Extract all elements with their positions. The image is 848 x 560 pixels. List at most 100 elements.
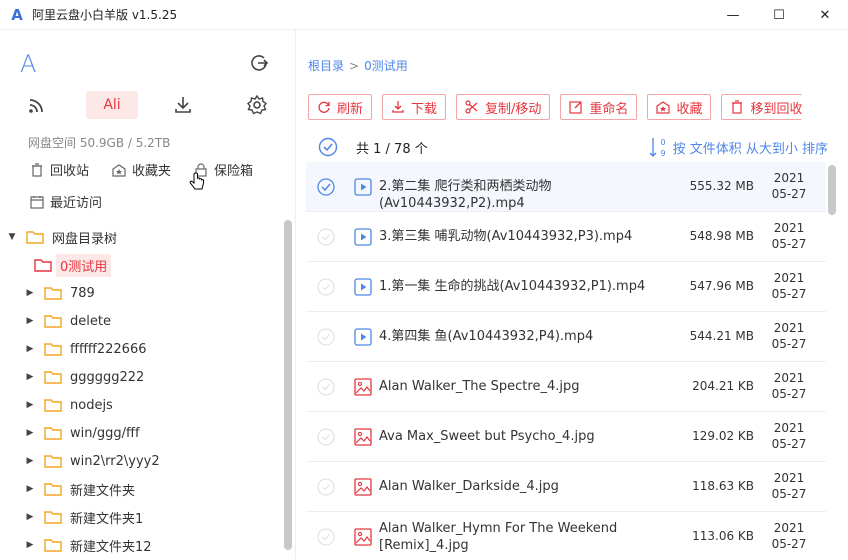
favorites-box-icon [656, 101, 671, 114]
move-to-trash-button[interactable]: 移到回收 [721, 94, 803, 120]
rename-button[interactable]: 重命名 [560, 94, 638, 120]
expand-arrow-icon[interactable]: ▼ [6, 232, 18, 242]
expand-arrow-icon[interactable]: ▶ [24, 512, 36, 522]
expand-arrow-icon[interactable]: ▶ [24, 456, 36, 466]
table-row[interactable]: Alan Walker_The Spectre_4.jpg 204.21 KB 20… [306, 362, 826, 412]
trash-icon [32, 162, 42, 177]
tree-item[interactable]: ▶ nodejs [0, 391, 286, 419]
row-checkbox[interactable] [317, 428, 335, 446]
expand-arrow-icon[interactable]: ▶ [24, 372, 36, 382]
row-checkbox[interactable] [317, 328, 335, 346]
expand-arrow-icon[interactable]: ▶ [24, 288, 36, 298]
select-all-checkbox[interactable] [318, 137, 338, 157]
app-icon: A [11, 5, 23, 24]
row-checkbox[interactable] [317, 228, 335, 246]
close-button[interactable]: ✕ [802, 0, 848, 30]
table-row[interactable]: 3.第三集 哺乳动物(Av10443932,P3).mp4 548.98 MB 20… [306, 212, 826, 262]
refresh-button[interactable]: 刷新 [308, 94, 373, 120]
row-checkbox[interactable] [317, 378, 335, 396]
expand-arrow-icon[interactable]: ▶ [24, 344, 36, 354]
folder-icon [44, 399, 62, 412]
download-icon[interactable] [172, 94, 194, 116]
tree-item[interactable]: ▶ 新建文件夹12 [0, 531, 286, 559]
file-date: 2021 05-27 [771, 171, 807, 201]
expand-arrow-icon[interactable]: ▶ [24, 428, 36, 438]
expand-arrow-icon[interactable]: ▶ [24, 400, 36, 410]
folder-icon [44, 483, 62, 496]
window-title: 阿里云盘小白羊版 v1.5.25 [32, 8, 178, 22]
ali-tab-button[interactable]: Ali [86, 91, 138, 119]
breadcrumb-root[interactable]: 根目录 [308, 59, 344, 73]
tree-item-selected[interactable]: 0测试用 [0, 251, 286, 279]
folder-icon [44, 315, 62, 328]
file-size: 547.96 MB [689, 279, 754, 293]
row-checkbox[interactable] [317, 278, 335, 296]
table-row[interactable]: 4.第四集 鱼(Av10443932,P4).mp4 544.21 MB 2021 0… [306, 312, 826, 362]
row-checkbox[interactable] [317, 528, 335, 546]
folder-icon [44, 455, 62, 468]
file-name[interactable]: 2.第二集 爬行类和两栖类动物(Av10443932,P2).mp4 [379, 178, 669, 212]
tree-item[interactable]: ▶ delete [0, 307, 286, 335]
file-panel: 根目录>0测试用 刷新 下载 复制/移动 重命名 收藏 移到回收 共 1 / [298, 30, 848, 560]
folder-icon [44, 427, 62, 440]
logout-icon[interactable] [248, 52, 270, 74]
folder-icon [44, 343, 62, 356]
logo: A [20, 50, 37, 78]
file-date: 2021 05-27 [771, 271, 807, 301]
expand-arrow-icon[interactable]: ▶ [24, 484, 36, 494]
minimize-button[interactable]: — [710, 0, 756, 30]
image-file-icon [354, 528, 372, 546]
trash-icon [732, 100, 743, 114]
maximize-button[interactable]: ☐ [756, 0, 802, 30]
recent-item[interactable]: 最近访问 [30, 192, 102, 211]
file-date: 2021 05-27 [771, 221, 807, 251]
file-size: 548.98 MB [689, 229, 754, 243]
file-name[interactable]: Ava Max_Sweet but Psycho_4.jpg [379, 428, 669, 445]
file-name[interactable]: Alan Walker_Darkside_4.jpg [379, 478, 669, 495]
folder-icon [44, 539, 62, 552]
download-button[interactable]: 下载 [382, 94, 447, 120]
file-name[interactable]: 1.第一集 生命的挑战(Av10443932,P1).mp4 [379, 278, 669, 295]
sort-control[interactable]: 0 9 按 文件体积 从大到小 排序 [649, 136, 828, 158]
breadcrumb-current[interactable]: 0测试用 [364, 59, 408, 73]
sidebar-scrollbar[interactable] [284, 220, 292, 550]
folder-icon [34, 259, 52, 272]
title-bar: A 阿里云盘小白羊版 v1.5.25 — ☐ ✕ [0, 0, 848, 30]
expand-arrow-icon[interactable]: ▶ [24, 316, 36, 326]
tree-root[interactable]: ▼ 网盘目录树 [0, 223, 286, 251]
edit-icon [569, 101, 583, 114]
tree-item[interactable]: ▶ 新建文件夹 [0, 475, 286, 503]
favorites-item[interactable]: 收藏夹 [112, 160, 171, 179]
tree-item[interactable]: ▶ win2\rr2\yyy2 [0, 447, 286, 475]
file-name[interactable]: 3.第三集 哺乳动物(Av10443932,P3).mp4 [379, 228, 669, 245]
table-row[interactable]: Alan Walker_Darkside_4.jpg 118.63 KB 2021 0… [306, 462, 826, 512]
file-name[interactable]: Alan Walker_Hymn For The Weekend [Remix]… [379, 520, 669, 554]
favorite-button[interactable]: 收藏 [647, 94, 712, 120]
file-size: 129.02 KB [692, 429, 754, 443]
video-file-icon [354, 278, 372, 296]
folder-icon [26, 231, 44, 244]
tree-item[interactable]: ▶ gggggg222 [0, 363, 286, 391]
table-row[interactable]: 2.第二集 爬行类和两栖类动物(Av10443932,P2).mp4 555.32… [306, 162, 826, 212]
breadcrumb: 根目录 >0测试用 [308, 59, 408, 73]
expand-arrow-icon[interactable]: ▶ [24, 540, 36, 550]
refresh-icon [318, 101, 330, 113]
gear-icon[interactable] [246, 94, 268, 116]
table-row[interactable]: 1.第一集 生命的挑战(Av10443932,P1).mp4 547.96 MB 2… [306, 262, 826, 312]
table-row[interactable]: Ava Max_Sweet but Psycho_4.jpg 129.02 KB 2… [306, 412, 826, 462]
table-row[interactable]: Alan Walker_Hymn For The Weekend [Remix]… [306, 512, 826, 560]
tree-item[interactable]: ▶ 新建文件夹1 [0, 503, 286, 531]
item-count: 共 1 / 78 个 [356, 142, 428, 157]
tree-item[interactable]: ▶ 789 [0, 279, 286, 307]
file-name[interactable]: 4.第四集 鱼(Av10443932,P4).mp4 [379, 328, 669, 345]
tree-item[interactable]: ▶ win/ggg/fff [0, 419, 286, 447]
row-checkbox[interactable] [317, 178, 335, 196]
file-name[interactable]: Alan Walker_The Spectre_4.jpg [379, 378, 669, 395]
rss-icon[interactable] [26, 94, 48, 116]
row-checkbox[interactable] [317, 478, 335, 496]
file-list: 2.第二集 爬行类和两栖类动物(Av10443932,P2).mp4 555.32… [306, 162, 826, 560]
copy-move-button[interactable]: 复制/移动 [456, 94, 551, 120]
tree-item[interactable]: ▶ ffffff222666 [0, 335, 286, 363]
file-list-scrollbar[interactable] [828, 165, 836, 215]
recycle-bin-item[interactable]: 回收站 [30, 160, 89, 179]
